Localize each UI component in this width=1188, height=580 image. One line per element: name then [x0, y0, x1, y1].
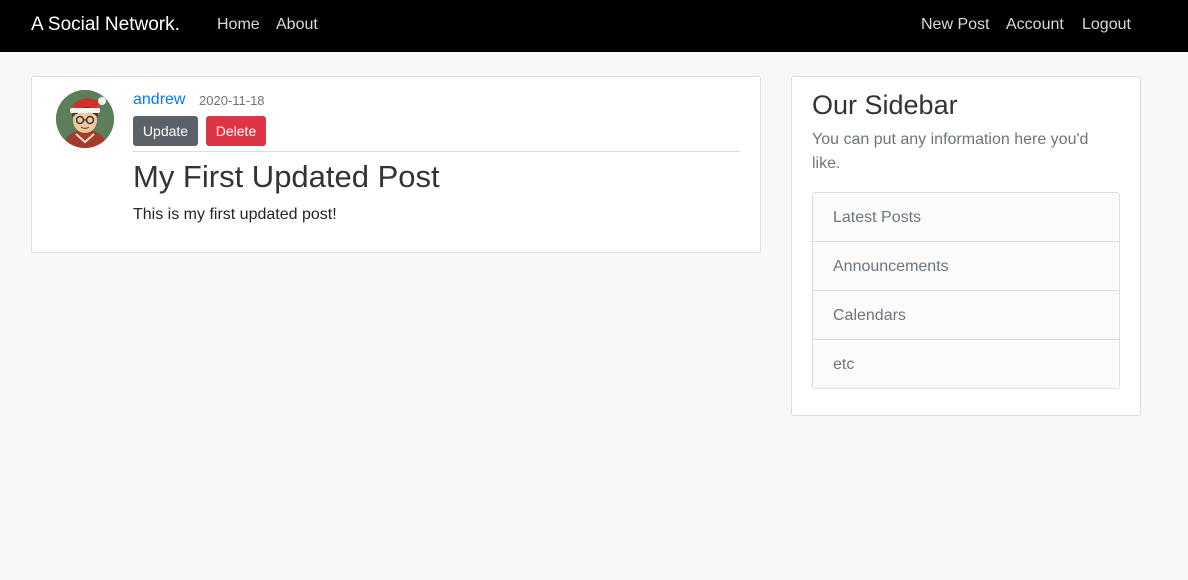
sidebar-item-etc[interactable]: etc	[813, 340, 1119, 388]
post-title: My First Updated Post	[133, 159, 440, 194]
update-button[interactable]: Update	[133, 116, 198, 146]
sidebar-item-calendars[interactable]: Calendars	[813, 291, 1119, 340]
sidebar-title: Our Sidebar	[812, 90, 958, 120]
delete-button[interactable]: Delete	[206, 116, 266, 146]
avatar-image	[56, 90, 114, 148]
avatar	[56, 90, 114, 148]
post-divider	[133, 151, 740, 152]
sidebar-list: Latest Posts Announcements Calendars etc	[812, 192, 1120, 389]
sidebar-item-latest-posts[interactable]: Latest Posts	[813, 193, 1119, 242]
post-date: 2020-11-18	[199, 93, 265, 108]
sidebar-item-announcements[interactable]: Announcements	[813, 242, 1119, 291]
nav-about-link[interactable]: About	[276, 14, 318, 36]
nav-logout-link[interactable]: Logout	[1082, 14, 1131, 36]
nav-new-post-link[interactable]: New Post	[921, 14, 989, 36]
nav-home-link[interactable]: Home	[217, 14, 260, 36]
post-card: andrew 2020-11-18 Update Delete My First…	[31, 76, 761, 253]
post-author-link[interactable]: andrew	[133, 90, 185, 110]
sidebar-card: Our Sidebar You can put any information …	[791, 76, 1141, 416]
nav-account-link[interactable]: Account	[1006, 14, 1064, 36]
navbar: A Social Network. Home About New Post Ac…	[0, 0, 1188, 52]
post-content: This is my first updated post!	[133, 206, 337, 223]
sidebar-text: You can put any information here you'd l…	[812, 131, 1089, 172]
brand-link[interactable]: A Social Network.	[31, 13, 180, 37]
